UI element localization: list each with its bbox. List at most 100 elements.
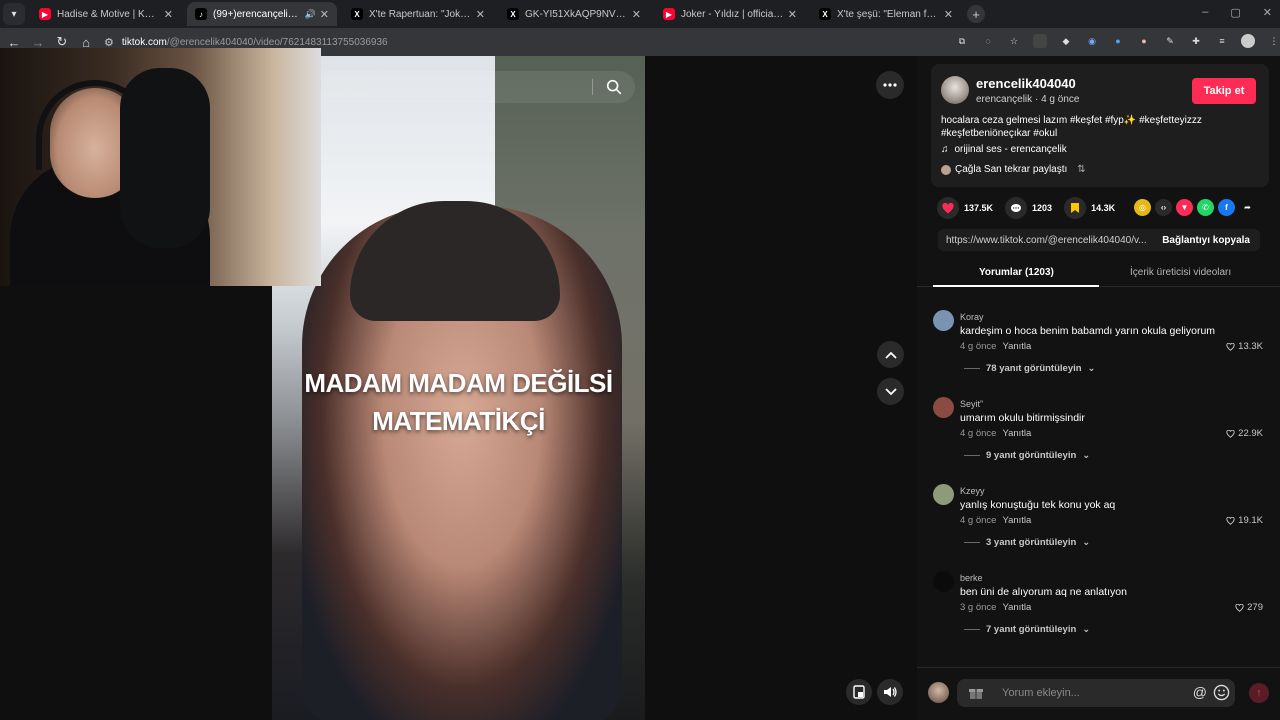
music-link[interactable]: ♫ orijinal ses - erencançelik xyxy=(941,144,1067,155)
globe-extension-icon[interactable]: ◉ xyxy=(1085,34,1099,48)
comment-input[interactable]: Yorum ekleyin... @ xyxy=(957,679,1235,707)
view-replies-button[interactable]: 78 yanıt görüntüleyin ⌄ xyxy=(964,363,1096,374)
x-icon: X xyxy=(507,8,519,20)
close-tab-icon[interactable]: ✕ xyxy=(788,8,797,21)
close-tab-icon[interactable]: ✕ xyxy=(632,8,641,21)
extension-icon[interactable] xyxy=(1033,34,1047,48)
author-display-name: erencançelik xyxy=(976,94,1033,105)
comment-like-count: 19.1K xyxy=(1238,515,1263,526)
reply-button[interactable]: Yanıtla xyxy=(1002,341,1031,352)
face-extension-icon[interactable]: ● xyxy=(1137,34,1151,48)
profile-avatar[interactable] xyxy=(1241,34,1255,48)
tiktok-icon: ♪ xyxy=(195,8,207,20)
browser-tab-0[interactable]: ▶ Hadise & Motive | Küçük Bir Yı ✕ xyxy=(31,2,181,26)
reply-button[interactable]: Yanıtla xyxy=(1002,602,1031,613)
view-replies-button[interactable]: 9 yanıt görüntüleyin ⌄ xyxy=(964,450,1090,461)
install-app-icon[interactable]: ⧉ xyxy=(955,34,969,48)
leaf-extension-icon[interactable]: ✎ xyxy=(1163,34,1177,48)
commenter-name[interactable]: berke xyxy=(960,573,983,583)
tab-comments[interactable]: Yorumlar (1203) xyxy=(979,267,1054,278)
reply-button[interactable]: Yanıtla xyxy=(1002,428,1031,439)
browser-tab-1[interactable]: ♪ (99+)erencançelik (@erenc 🔊 ✕ xyxy=(187,2,337,26)
bookmark-star-icon[interactable]: ☆ xyxy=(1007,34,1021,48)
diamond-extension-icon[interactable]: ◆ xyxy=(1059,34,1073,48)
search-divider xyxy=(592,79,593,95)
description-line-1: hocalara ceza gelmesi lazım #keşfet #fyp… xyxy=(941,115,1202,126)
media-control-icon[interactable]: ≡ xyxy=(1215,34,1229,48)
comment-like-button[interactable]: 13.3K xyxy=(1226,341,1263,352)
browser-tab-4[interactable]: ▶ Joker - Yıldız | official video - Yo ✕ xyxy=(655,2,805,26)
comment-like-button[interactable]: 22.9K xyxy=(1226,428,1263,439)
embed-icon[interactable]: ‹› xyxy=(1155,199,1172,216)
new-tab-button[interactable]: + xyxy=(967,5,985,23)
commenter-name[interactable]: Kzeyy xyxy=(960,486,985,496)
search-box[interactable]: İçeriği bulun xyxy=(310,71,635,103)
browser-tab-3[interactable]: X GK-YI51XkAQP9NV (1152×204 ✕ xyxy=(499,2,649,26)
browser-tab-5[interactable]: X X'te şeşü: "Eleman fena idol ✕ xyxy=(811,2,961,26)
extension-icons: ⧉ ◌ ☆ ◆ ◉ ● ● ✎ ✚ ≡ ⋮ xyxy=(955,34,1280,48)
copy-link-button[interactable]: Bağlantıyı kopyala xyxy=(1162,235,1250,246)
view-replies-button[interactable]: 3 yanıt görüntüleyin ⌄ xyxy=(964,537,1090,548)
browser-tab-2[interactable]: X X'te Rapertuan: "Joker, yeni alb ✕ xyxy=(343,2,493,26)
mention-icon[interactable]: @ xyxy=(1193,684,1207,700)
tab-search-button[interactable]: ▾ xyxy=(3,3,25,25)
commenter-name[interactable]: Koray xyxy=(960,312,984,322)
tab-title: Joker - Yıldız | official video - Yo xyxy=(681,8,784,20)
next-video-button[interactable] xyxy=(877,378,904,405)
comment-stat[interactable]: 1203 xyxy=(1005,197,1052,219)
coin-icon[interactable]: ◎ xyxy=(1134,199,1151,216)
youtube-icon: ▶ xyxy=(663,8,675,20)
send-comment-button[interactable]: ↑ xyxy=(1249,683,1269,703)
comment-time: 4 g önce xyxy=(960,428,997,439)
commenter-avatar[interactable] xyxy=(933,397,954,418)
send-to-friends-icon[interactable]: ▼ xyxy=(1176,199,1193,216)
like-stat[interactable]: 137.5K xyxy=(937,197,993,219)
browser-tab-strip: ▾ ▶ Hadise & Motive | Küçük Bir Yı ✕ ♪ (99+)… xyxy=(0,0,1280,28)
whatsapp-icon[interactable]: ✆ xyxy=(1197,199,1214,216)
share-buttons: ◎ ‹› ▼ ✆ f ➦ xyxy=(1134,199,1256,216)
eye-off-icon[interactable]: ◌ xyxy=(981,34,995,48)
puzzle-icon[interactable]: ✚ xyxy=(1189,34,1203,48)
previous-video-button[interactable] xyxy=(877,341,904,368)
volume-button[interactable] xyxy=(877,679,903,705)
comment-like-button[interactable]: 19.1K xyxy=(1226,515,1263,526)
share-arrow-icon[interactable]: ➦ xyxy=(1239,199,1256,216)
author-username[interactable]: erencelik404040 xyxy=(976,76,1076,91)
heart-outline-icon xyxy=(1226,342,1235,351)
facebook-icon[interactable]: f xyxy=(1218,199,1235,216)
close-tab-icon[interactable]: ✕ xyxy=(476,8,485,21)
close-tab-icon[interactable]: ✕ xyxy=(944,8,953,21)
emoji-icon[interactable] xyxy=(1213,684,1230,701)
commenter-name[interactable]: Seyit” xyxy=(960,399,983,409)
minimize-icon[interactable]: – xyxy=(1202,6,1208,19)
blue-extension-icon[interactable]: ● xyxy=(1111,34,1125,48)
site-info-icon[interactable]: ⚙ xyxy=(104,36,114,49)
comment-like-count: 22.9K xyxy=(1238,428,1263,439)
author-subline: erencançelik · 4 g önce xyxy=(976,94,1079,105)
commenter-avatar[interactable] xyxy=(933,484,954,505)
view-replies-button[interactable]: 7 yanıt görüntüleyin ⌄ xyxy=(964,624,1090,635)
maximize-icon[interactable]: ▢ xyxy=(1230,6,1240,19)
commenter-avatar[interactable] xyxy=(933,310,954,331)
comment-count: 1203 xyxy=(1032,203,1053,213)
search-placeholder: İçeriği bulun xyxy=(318,81,378,93)
search-icon[interactable] xyxy=(605,78,623,96)
heart-outline-icon xyxy=(1226,429,1235,438)
audio-playing-icon[interactable]: 🔊 xyxy=(305,9,316,20)
save-stat[interactable]: 14.3K xyxy=(1064,197,1115,219)
reply-button[interactable]: Yanıtla xyxy=(1002,515,1031,526)
picture-in-picture-button[interactable] xyxy=(846,679,872,705)
gift-icon[interactable] xyxy=(968,685,984,701)
more-options-button[interactable] xyxy=(876,71,904,99)
commenter-avatar[interactable] xyxy=(933,571,954,592)
video-caption: MADAM MADAM DEĞİLSİ MATEMATİKÇİ xyxy=(272,364,645,440)
author-avatar[interactable] xyxy=(941,76,969,104)
close-tab-icon[interactable]: ✕ xyxy=(164,8,173,21)
comment-like-button[interactable]: 279 xyxy=(1235,602,1263,613)
video-player[interactable]: MADAM MADAM DEĞİLSİ MATEMATİKÇİ xyxy=(272,56,645,720)
close-tab-icon[interactable]: ✕ xyxy=(320,8,329,21)
kebab-menu-icon[interactable]: ⋮ xyxy=(1267,34,1280,48)
close-window-icon[interactable]: ✕ xyxy=(1263,6,1272,19)
follow-button[interactable]: Takip et xyxy=(1192,78,1256,104)
tab-creator-videos[interactable]: İçerik üreticisi videoları xyxy=(1130,267,1231,278)
